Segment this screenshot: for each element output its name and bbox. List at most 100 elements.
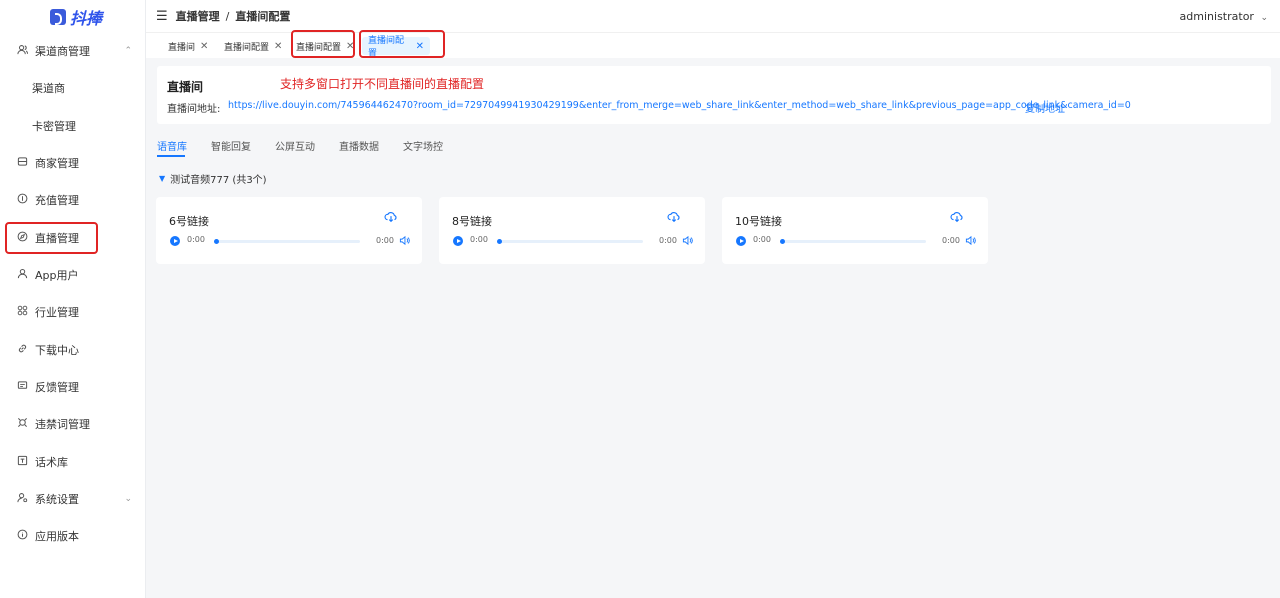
copy-address-button[interactable]: 复制地址 xyxy=(1025,100,1065,115)
breadcrumb-separator: / xyxy=(225,9,230,23)
message-icon xyxy=(16,380,28,394)
sidebar-item-system-settings[interactable]: 系统设置 ⌄ xyxy=(0,481,146,517)
breadcrumb-parent[interactable]: 直播管理 xyxy=(176,8,220,24)
chevron-down-icon: ⌄ xyxy=(124,494,132,504)
audio-card: 6号链接 0:00 0:00 xyxy=(156,197,422,264)
sidebar-item-channel-management[interactable]: 渠道商管理 ⌃ xyxy=(0,33,146,69)
logo-icon xyxy=(50,9,66,25)
address-label: 直播间地址: xyxy=(167,104,221,115)
sidebar-item-label: 话术库 xyxy=(35,456,68,469)
tab-live-data[interactable]: 直播数据 xyxy=(339,138,379,153)
user-icon xyxy=(16,268,28,282)
close-icon[interactable]: ✕ xyxy=(200,41,208,52)
sidebar-item-label: 卡密管理 xyxy=(32,120,76,133)
close-icon[interactable]: ✕ xyxy=(274,41,282,52)
sidebar-item-merchant[interactable]: 商家管理 xyxy=(0,145,146,181)
menu-toggle-icon[interactable]: ☰ xyxy=(156,9,168,24)
sidebar-item-label: 充值管理 xyxy=(35,194,79,207)
tab-voice-library[interactable]: 语音库 xyxy=(157,138,187,153)
tab-label: 直播间 xyxy=(168,42,196,53)
duration: 0:00 xyxy=(376,236,394,245)
volume-icon[interactable] xyxy=(682,235,693,246)
audio-card: 8号链接 0:00 0:00 xyxy=(439,197,705,264)
sidebar-item-label: 系统设置 xyxy=(35,493,79,506)
audio-title: 8号链接 xyxy=(452,215,492,228)
tab-text-control[interactable]: 文字场控 xyxy=(403,138,443,153)
sidebar-item-recharge[interactable]: 充值管理 xyxy=(0,182,146,218)
user-menu[interactable]: administrator ⌄ xyxy=(1180,10,1268,23)
progress-bar[interactable] xyxy=(214,238,360,244)
annotation-box xyxy=(291,30,355,58)
sidebar-item-label: 反馈管理 xyxy=(35,381,79,394)
tab-screen-interaction[interactable]: 公屏互动 xyxy=(275,138,315,153)
cloud-download-icon[interactable] xyxy=(950,210,964,224)
sidebar-item-label: App用户 xyxy=(35,269,79,282)
tab-live-room-config-1[interactable]: 直播间配置 ✕ xyxy=(218,37,288,55)
sidebar-item-app-version[interactable]: 应用版本 xyxy=(0,518,146,554)
page-title: 直播间 xyxy=(167,80,204,94)
user-name: administrator xyxy=(1179,9,1254,23)
config-tabs: 语音库 智能回复 公屏互动 直播数据 文字场控 xyxy=(157,131,1271,157)
sidebar-item-label: 渠道商管理 xyxy=(35,45,90,58)
tab-live-room[interactable]: 直播间 ✕ xyxy=(162,37,214,55)
sidebar: 抖捧 渠道商管理 ⌃ 渠道商 卡密管理 商家管理 充值管理 直播管理 App用户 xyxy=(0,0,146,598)
top-header: ☰ 直播管理 / 直播间配置 administrator ⌄ xyxy=(146,0,1280,32)
sidebar-item-feedback[interactable]: 反馈管理 xyxy=(0,369,146,405)
sidebar-item-label: 渠道商 xyxy=(32,82,65,95)
progress-handle[interactable] xyxy=(497,238,502,244)
audio-group-header[interactable]: ▼ 测试音频777 (共3个) xyxy=(159,171,267,186)
sidebar-item-label: 商家管理 xyxy=(35,157,79,170)
audio-title: 10号链接 xyxy=(735,215,782,228)
sidebar-item-channel[interactable]: 渠道商 xyxy=(0,70,146,106)
cloud-download-icon[interactable] xyxy=(384,210,398,224)
progress-handle[interactable] xyxy=(780,238,785,244)
grid-icon xyxy=(16,305,28,319)
live-room-info: 直播间 支持多窗口打开不同直播间的直播配置 直播间地址: https://liv… xyxy=(157,66,1271,124)
sidebar-item-script-library[interactable]: 话术库 xyxy=(0,444,146,480)
caret-down-icon: ▼ xyxy=(159,174,166,183)
sidebar-item-app-user[interactable]: App用户 xyxy=(0,257,146,293)
sidebar-item-card-key[interactable]: 卡密管理 xyxy=(0,108,146,144)
audio-card: 10号链接 0:00 0:00 xyxy=(722,197,988,264)
volume-icon[interactable] xyxy=(399,235,410,246)
audio-title: 6号链接 xyxy=(169,215,209,228)
sidebar-item-banned-words[interactable]: 违禁词管理 xyxy=(0,406,146,442)
audio-player: 0:00 0:00 xyxy=(736,235,976,247)
breadcrumb-current: 直播间配置 xyxy=(235,10,291,23)
logo-text: 抖捧 xyxy=(70,9,103,28)
cloud-download-icon[interactable] xyxy=(667,210,681,224)
progress-handle[interactable] xyxy=(214,238,219,244)
tab-label: 直播间配置 xyxy=(224,42,270,53)
annotation-note: 支持多窗口打开不同直播间的直播配置 xyxy=(280,77,485,91)
sidebar-item-download[interactable]: 下载中心 xyxy=(0,332,146,368)
annotation-box xyxy=(5,222,98,254)
audio-player: 0:00 0:00 xyxy=(453,235,693,247)
sidebar-item-label: 违禁词管理 xyxy=(35,418,90,431)
volume-icon[interactable] xyxy=(965,235,976,246)
audio-player: 0:00 0:00 xyxy=(170,235,410,247)
play-icon[interactable] xyxy=(170,236,180,246)
tab-smart-reply[interactable]: 智能回复 xyxy=(211,138,251,153)
users-icon xyxy=(16,44,28,58)
coin-icon xyxy=(16,193,28,207)
current-time: 0:00 xyxy=(187,235,205,244)
current-time: 0:00 xyxy=(753,235,771,244)
sidebar-item-label: 应用版本 xyxy=(35,530,79,543)
info-icon xyxy=(16,529,28,543)
store-icon xyxy=(16,156,28,170)
progress-bar[interactable] xyxy=(497,238,643,244)
chevron-up-icon: ⌃ xyxy=(124,46,132,56)
play-icon[interactable] xyxy=(736,236,746,246)
link-icon xyxy=(16,343,28,357)
ban-icon xyxy=(16,417,28,431)
duration: 0:00 xyxy=(659,236,677,245)
duration: 0:00 xyxy=(942,236,960,245)
app-logo[interactable]: 抖捧 xyxy=(0,0,145,34)
live-room-address-link[interactable]: https://live.douyin.com/745964462470?roo… xyxy=(228,100,1131,111)
book-icon xyxy=(16,455,28,469)
progress-bar[interactable] xyxy=(780,238,926,244)
sidebar-item-industry[interactable]: 行业管理 xyxy=(0,294,146,330)
play-icon[interactable] xyxy=(453,236,463,246)
audio-group-label: 测试音频777 (共3个) xyxy=(170,175,267,186)
chevron-down-icon: ⌄ xyxy=(1260,12,1268,23)
